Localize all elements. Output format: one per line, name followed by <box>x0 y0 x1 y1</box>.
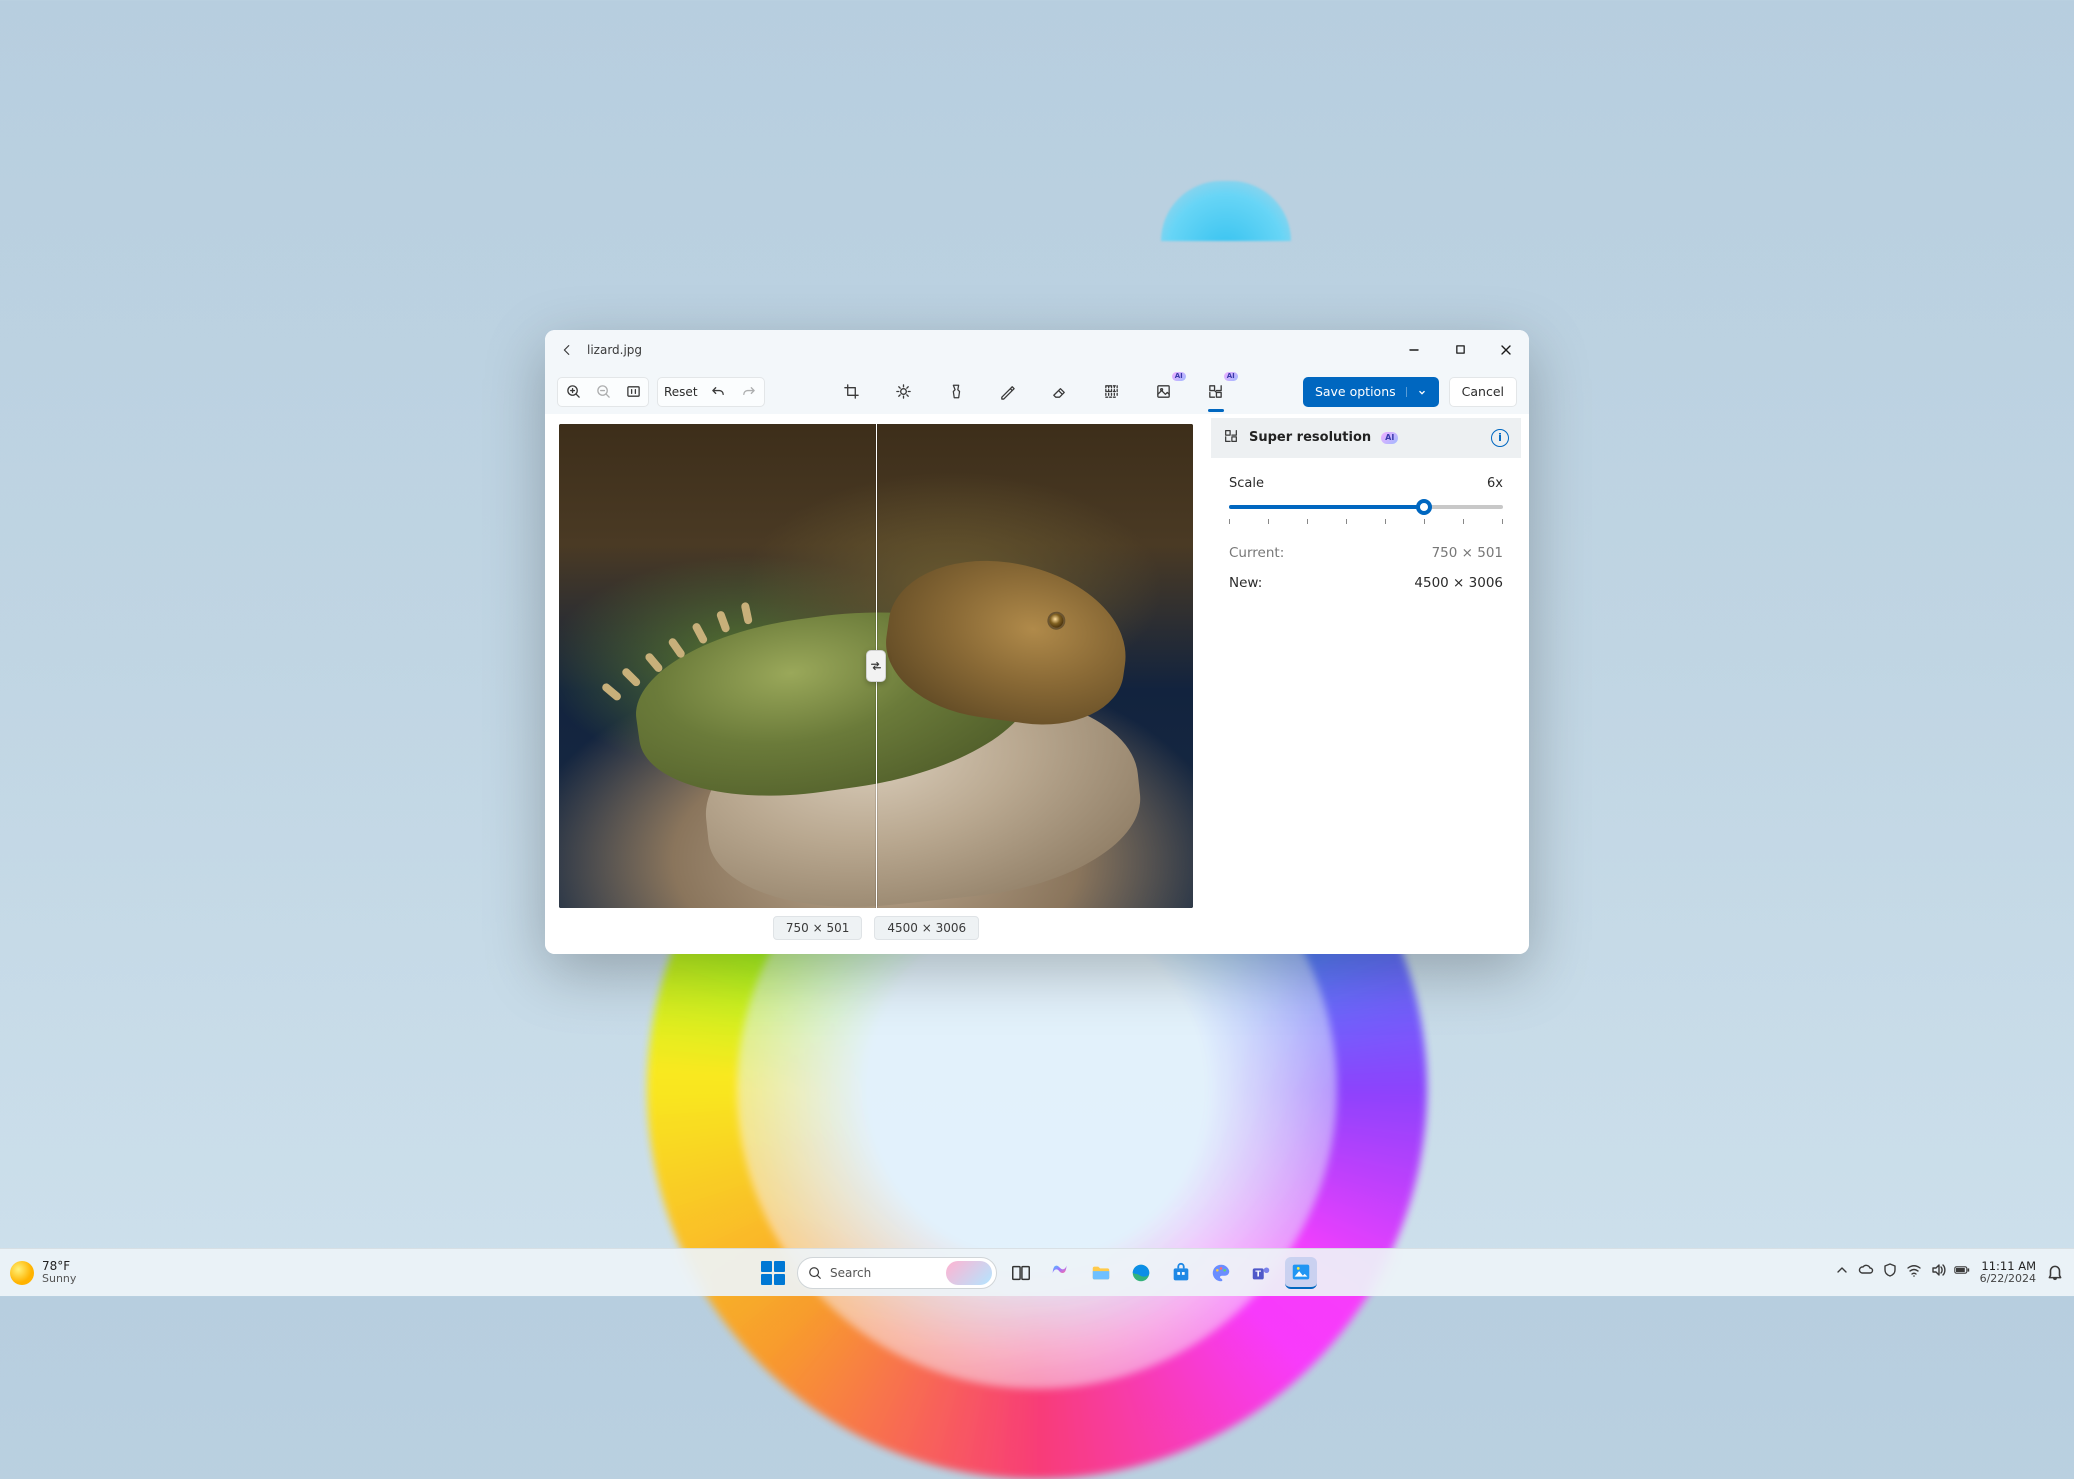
background-tool[interactable] <box>1098 378 1126 406</box>
taskbar-weather[interactable]: 78°F Sunny <box>0 1260 76 1285</box>
panel-title: Super resolution <box>1249 430 1371 445</box>
slider-ticks <box>1229 519 1503 527</box>
panel-header: Super resolution AI i <box>1211 418 1521 458</box>
maximize-button[interactable] <box>1437 330 1483 370</box>
ai-badge-icon: AI <box>1381 432 1398 444</box>
ai-badge-icon: AI <box>1224 372 1238 381</box>
save-options-button[interactable]: Save options <box>1303 377 1439 407</box>
cancel-label: Cancel <box>1462 384 1504 399</box>
scale-label: Scale <box>1229 476 1264 491</box>
start-button[interactable] <box>757 1257 789 1289</box>
close-button[interactable] <box>1483 330 1529 370</box>
fit-to-window-button[interactable] <box>618 378 648 406</box>
photos-app-window: lizard.jpg Reset <box>545 330 1529 954</box>
redo-button[interactable] <box>734 378 764 406</box>
taskbar-search[interactable]: Search <box>797 1257 997 1289</box>
scale-value: 6x <box>1487 476 1503 491</box>
battery-icon[interactable] <box>1954 1262 1970 1282</box>
search-placeholder: Search <box>830 1266 871 1280</box>
taskbar: 78°F Sunny Search T <box>0 1248 2074 1296</box>
sun-icon <box>10 1261 34 1285</box>
taskbar-center: Search T <box>757 1257 1317 1289</box>
svg-text:T: T <box>1255 1268 1261 1278</box>
wifi-icon[interactable] <box>1906 1262 1922 1282</box>
zoom-out-button[interactable] <box>588 378 618 406</box>
ai-badge-icon: AI <box>1172 372 1186 381</box>
wallpaper-accent <box>1161 181 1291 241</box>
current-value: 750 × 501 <box>1432 545 1503 561</box>
store-button[interactable] <box>1165 1257 1197 1289</box>
volume-icon[interactable] <box>1930 1262 1946 1282</box>
edit-tools: AI AI <box>838 378 1230 406</box>
scale-slider[interactable] <box>1229 497 1503 517</box>
super-resolution-tool[interactable]: AI <box>1202 378 1230 406</box>
crop-tool[interactable] <box>838 378 866 406</box>
editor-toolbar: Reset <box>545 370 1529 414</box>
chevron-down-icon <box>1406 387 1427 397</box>
teams-button[interactable]: T <box>1245 1257 1277 1289</box>
filter-tool[interactable] <box>942 378 970 406</box>
info-icon[interactable]: i <box>1491 429 1509 447</box>
explorer-button[interactable] <box>1085 1257 1117 1289</box>
slider-thumb[interactable] <box>1416 499 1432 515</box>
taskbar-clock[interactable]: 11:11 AM 6/22/2024 <box>1980 1260 2036 1286</box>
editor-content: 750 × 501 4500 × 3006 Super resolution A… <box>545 414 1529 954</box>
cancel-button[interactable]: Cancel <box>1449 377 1517 407</box>
adjust-tool[interactable] <box>890 378 918 406</box>
super-resolution-panel: Super resolution AI i Scale 6x <box>1211 418 1521 940</box>
onedrive-icon[interactable] <box>1858 1262 1874 1282</box>
photos-app-button[interactable] <box>1285 1257 1317 1289</box>
dimension-chips: 750 × 501 4500 × 3006 <box>559 908 1193 940</box>
copilot-button[interactable] <box>1045 1257 1077 1289</box>
save-options-label: Save options <box>1315 384 1396 399</box>
current-label: Current: <box>1229 545 1284 561</box>
new-label: New: <box>1229 575 1262 591</box>
notifications-icon[interactable] <box>2046 1263 2064 1281</box>
minimize-button[interactable] <box>1391 330 1437 370</box>
compare-handle[interactable] <box>866 650 886 682</box>
original-dimensions: 750 × 501 <box>773 916 863 940</box>
markup-tool[interactable] <box>994 378 1022 406</box>
task-view-button[interactable] <box>1005 1257 1037 1289</box>
paint-button[interactable] <box>1205 1257 1237 1289</box>
clock-date: 6/22/2024 <box>1980 1273 2036 1286</box>
upscaled-dimensions: 4500 × 3006 <box>874 916 979 940</box>
generative-tool[interactable]: AI <box>1150 378 1178 406</box>
security-icon[interactable] <box>1882 1262 1898 1282</box>
edge-button[interactable] <box>1125 1257 1157 1289</box>
back-button[interactable] <box>551 334 583 366</box>
weather-cond: Sunny <box>42 1273 76 1285</box>
panel-icon <box>1223 428 1239 448</box>
new-value: 4500 × 3006 <box>1414 575 1503 591</box>
system-tray: 11:11 AM 6/22/2024 <box>1834 1260 2074 1286</box>
erase-tool[interactable] <box>1046 378 1074 406</box>
tray-chevron-icon[interactable] <box>1834 1262 1850 1282</box>
filename-label: lizard.jpg <box>587 343 642 357</box>
zoom-in-button[interactable] <box>558 378 588 406</box>
history-group: Reset <box>657 377 765 407</box>
zoom-group <box>557 377 649 407</box>
reset-button[interactable]: Reset <box>658 378 704 406</box>
image-preview[interactable] <box>559 424 1193 908</box>
search-art <box>946 1261 992 1285</box>
clock-time: 11:11 AM <box>1980 1260 2036 1273</box>
titlebar: lizard.jpg <box>545 330 1529 370</box>
undo-button[interactable] <box>704 378 734 406</box>
